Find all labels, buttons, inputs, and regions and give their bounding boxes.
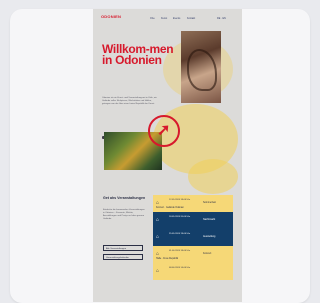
event-item[interactable]: ⌂ 18.05.2024 20:00 Uhr Nachtmarkt bbox=[153, 212, 233, 229]
events-section-title: Get ahs Veranstaltungen bbox=[103, 196, 146, 200]
event-date: 12.05.2024 18:00 Uhr bbox=[169, 199, 191, 201]
event-date: 25.05.2024 19:00 Uhr bbox=[169, 233, 191, 235]
arrow-emblem-icon: ➚ bbox=[148, 115, 180, 147]
calendar-icon: ⌂ bbox=[156, 251, 160, 257]
hero-photo-sculpture bbox=[181, 31, 221, 103]
event-date: 18.05.2024 20:00 Uhr bbox=[169, 216, 191, 218]
events-section-text: Entdecke die kommenden Veranstaltungen i… bbox=[103, 209, 145, 220]
hero-title: Willkom-men in Odonien bbox=[102, 42, 174, 67]
hero-text: Odonien ist ein Kunst- und Veranstaltung… bbox=[102, 97, 157, 105]
site-header: ODONIEN Orte Kunst Events Kontakt DE · E… bbox=[93, 9, 242, 31]
nav-item-kontakt[interactable]: Kontakt bbox=[187, 17, 195, 20]
all-events-button[interactable]: Alle Veranstaltungen bbox=[103, 245, 143, 251]
calendar-icon: ⌂ bbox=[156, 217, 160, 223]
event-subtitle: Konzert · Gelände Odonien bbox=[156, 207, 184, 209]
calendar-icon: ⌂ bbox=[156, 268, 160, 274]
calendar-button[interactable]: Veranstaltungskalender bbox=[103, 254, 143, 260]
nav-item-kunst[interactable]: Kunst bbox=[161, 17, 167, 20]
event-title: Sommerfest bbox=[203, 201, 216, 204]
event-title: Nachtmarkt bbox=[203, 218, 216, 221]
paint-splash bbox=[188, 159, 238, 194]
event-list: ⌂ 12.05.2024 18:00 Uhr Sommerfest Konzer… bbox=[153, 195, 233, 280]
site-logo[interactable]: ODONIEN bbox=[101, 14, 121, 19]
event-date: 08.06.2024 14:00 Uhr bbox=[169, 267, 191, 269]
nav-item-orte[interactable]: Orte bbox=[150, 17, 155, 20]
event-subtitle: Halle · Freie Republik bbox=[156, 258, 179, 260]
event-title: Ausstellung bbox=[203, 235, 216, 238]
calendar-icon: ⌂ bbox=[156, 234, 160, 240]
event-item[interactable]: ⌂ 12.05.2024 18:00 Uhr Sommerfest Konzer… bbox=[153, 195, 233, 212]
calendar-icon: ⌂ bbox=[156, 200, 160, 206]
language-switch[interactable]: DE · EN bbox=[217, 17, 226, 20]
event-date: 01.06.2024 18:00 Uhr bbox=[169, 250, 191, 252]
event-item[interactable]: ⌂ 08.06.2024 14:00 Uhr bbox=[153, 263, 233, 280]
nav-item-events[interactable]: Events bbox=[173, 17, 180, 20]
event-title: Konzert bbox=[203, 252, 212, 255]
event-item[interactable]: ⌂ 01.06.2024 18:00 Uhr Konzert Halle · F… bbox=[153, 246, 233, 263]
event-item[interactable]: ⌂ 25.05.2024 19:00 Uhr Ausstellung bbox=[153, 229, 233, 246]
website-preview[interactable]: ODONIEN Orte Kunst Events Kontakt DE · E… bbox=[93, 9, 242, 302]
